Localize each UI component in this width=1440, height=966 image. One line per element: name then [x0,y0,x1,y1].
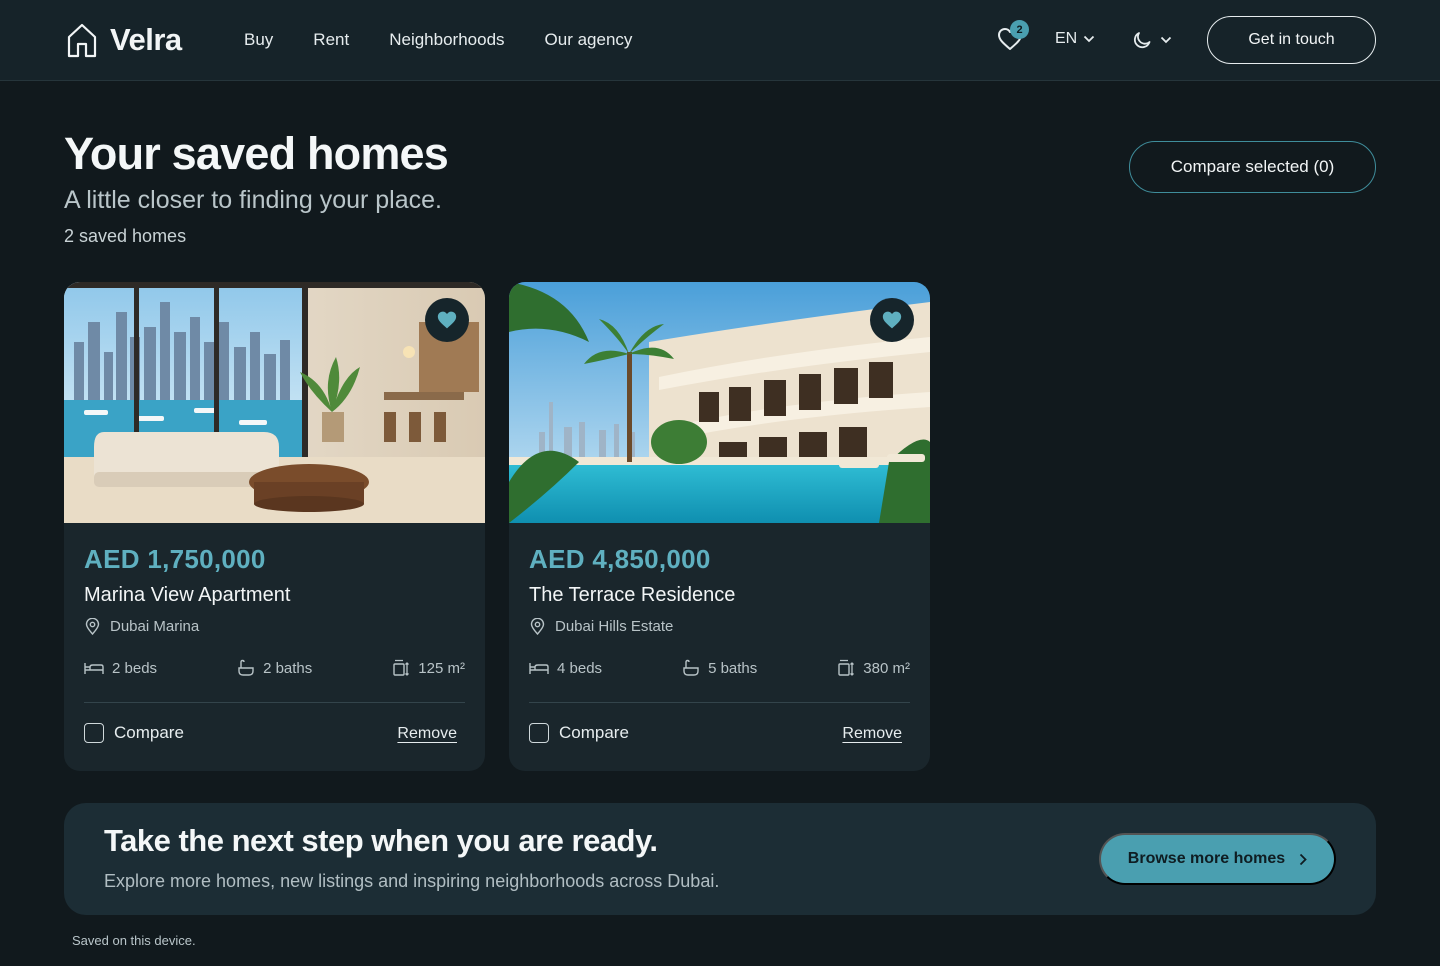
house-icon [67,23,97,58]
remove-link[interactable]: Remove [842,725,902,743]
terrace-residence-image [509,282,930,523]
compare-selected-button[interactable]: Compare selected (0) [1129,141,1376,193]
theme-selector[interactable] [1132,30,1172,50]
chevron-down-icon [1160,36,1172,44]
page-title: Your saved homes [64,128,449,179]
top-header: Velra Buy Rent Neighborhoods Our agency … [0,0,1440,81]
compare-checkbox[interactable]: Compare [84,723,184,743]
location-text: Dubai Hills Estate [555,618,674,635]
brand-logo[interactable]: Velra [66,22,182,58]
property-name[interactable]: Marina View Apartment [84,584,290,607]
beds-spec: 4 beds [529,659,602,677]
baths-spec: 2 baths [237,659,312,677]
baths-spec: 5 baths [682,659,757,677]
unsave-heart-button[interactable] [425,298,469,342]
property-card[interactable]: AED 4,850,000 The Terrace Residence Duba… [509,282,930,771]
property-location: Dubai Marina [84,618,199,635]
checkbox-box[interactable] [529,723,549,743]
remove-link[interactable]: Remove [397,725,457,743]
compare-label: Compare [114,723,184,742]
unsave-heart-button[interactable] [870,298,914,342]
location-pin-icon [85,618,100,635]
property-photo[interactable] [64,282,485,523]
nav-buy[interactable]: Buy [244,30,273,50]
browse-label: Browse more homes [1127,850,1286,867]
compare-label: Compare [559,723,629,742]
banner-title: Take the next step when you are ready. [104,823,658,858]
property-location: Dubai Hills Estate [529,618,673,635]
property-card[interactable]: AED 1,750,000 Marina View Apartment Duba… [64,282,485,771]
location-text: Dubai Marina [110,618,200,635]
saved-count: 2 saved homes [64,226,187,246]
property-specs: 2 beds 2 baths 125 m² [84,659,465,677]
main-nav: Buy Rent Neighborhoods Our agency [244,30,632,50]
bath-icon [683,659,699,676]
heart-filled-icon [882,311,902,329]
banner-subtitle: Explore more homes, new listings and ins… [104,871,720,891]
next-step-banner: Take the next step when you are ready. E… [64,803,1376,915]
moon-icon [1134,32,1151,49]
marina-apartment-image [64,282,485,523]
property-photo[interactable] [509,282,930,523]
heart-filled-icon [437,311,457,329]
brand-name: Velra [110,22,182,57]
bath-icon [238,659,254,676]
beds-spec: 2 beds [84,659,157,677]
property-name[interactable]: The Terrace Residence [529,584,735,607]
area-spec: 125 m² [392,659,465,677]
property-price: AED 1,750,000 [84,544,266,574]
language-label: EN [1055,30,1078,47]
area-spec: 380 m² [837,659,910,677]
checkbox-box[interactable] [84,723,104,743]
area-icon [838,659,855,676]
saved-device-note: Saved on this device. [72,933,196,948]
browse-more-homes-button[interactable]: Browse more homes [1099,833,1336,885]
card-divider [84,702,465,703]
nav-our-agency[interactable]: Our agency [545,30,633,50]
favorites-button[interactable]: 2 [997,20,1029,53]
bed-icon [84,663,104,674]
bed-icon [529,663,549,674]
get-in-touch-button[interactable]: Get in touch [1207,16,1376,64]
language-selector[interactable]: EN [1055,30,1095,48]
page-subtitle: A little closer to finding your place. [64,186,442,214]
chevron-down-icon [1084,35,1095,43]
area-icon [393,659,410,676]
chevron-right-icon [1300,853,1307,865]
card-divider [529,702,910,703]
property-specs: 4 beds 5 baths 380 m² [529,659,910,677]
nav-neighborhoods[interactable]: Neighborhoods [389,30,504,50]
location-pin-icon [530,618,545,635]
compare-checkbox[interactable]: Compare [529,723,629,743]
property-price: AED 4,850,000 [529,544,711,574]
nav-rent[interactable]: Rent [313,30,349,50]
favorites-count-badge: 2 [1010,20,1029,39]
